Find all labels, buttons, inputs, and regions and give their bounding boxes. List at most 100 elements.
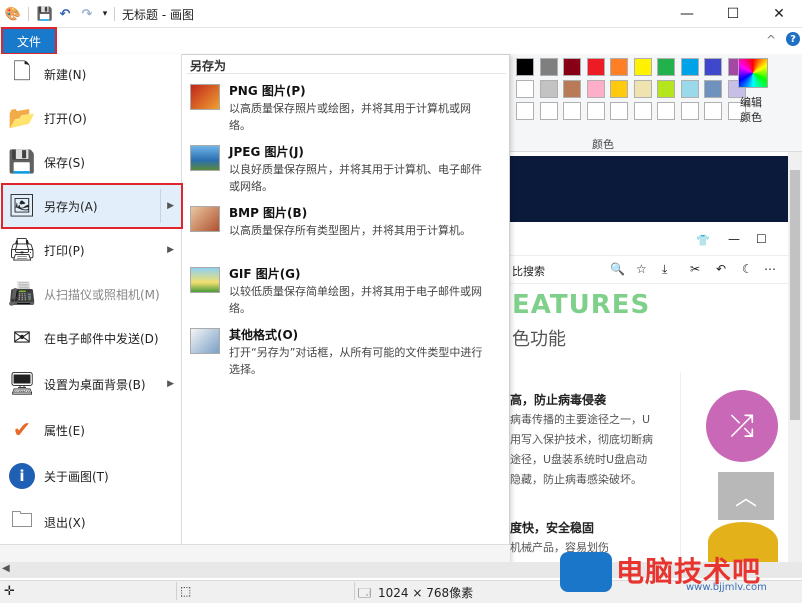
menu-item-label: 保存(S) xyxy=(44,155,85,170)
menu-item-label: 打印(P) xyxy=(44,243,85,258)
menu-item-open[interactable]: 📂 打开(O) xyxy=(2,96,182,140)
menu-item-save[interactable]: 💾 保存(S) xyxy=(2,140,182,184)
submenu-item-desc: 以较低质量保存简单绘图，并将其用于电子邮件或网络。 xyxy=(229,285,482,315)
color-swatch[interactable] xyxy=(539,80,558,98)
color-swatch[interactable] xyxy=(610,80,628,98)
edit-colors-label[interactable]: 编辑颜色 xyxy=(740,95,770,125)
save-as-jpeg[interactable]: JPEG 图片(J) 以良好质量保存照片，并将其用于计算机、电子邮件或网络。 xyxy=(190,143,500,199)
save-as-png[interactable]: PNG 图片(P) 以高质量保存照片或绘图，并将其用于计算机或网络。 xyxy=(190,82,500,138)
save-icon[interactable]: 💾 xyxy=(36,5,54,23)
color-swatch[interactable] xyxy=(586,102,605,120)
menu-item-label: 新建(N) xyxy=(44,67,87,82)
color-swatch[interactable] xyxy=(657,102,675,120)
scroll-top-icon: ︿ xyxy=(718,472,774,520)
color-swatch[interactable] xyxy=(516,102,534,120)
search-text: 比搜索 xyxy=(512,265,545,278)
cursor-position-icon: ✛ xyxy=(4,584,15,599)
menu-item-email[interactable]: ✉ 在电子邮件中发送(D) xyxy=(2,316,182,360)
color-swatch[interactable] xyxy=(563,102,581,120)
color-swatch[interactable] xyxy=(516,58,534,76)
color-swatch[interactable] xyxy=(704,58,722,76)
canvas-browser-bar: 👕 — ☐ xyxy=(510,226,788,256)
color-swatch[interactable] xyxy=(610,102,628,120)
color-swatch[interactable] xyxy=(657,58,675,76)
color-swatch[interactable] xyxy=(539,58,558,76)
close-button[interactable]: ✕ xyxy=(756,0,802,28)
desktop-background-icon: 🖥 xyxy=(8,371,36,397)
ribbon-tab-row xyxy=(0,28,802,54)
color-swatch[interactable] xyxy=(516,80,534,98)
watermark-logo xyxy=(560,552,612,592)
article-line: 病毒传播的主要途径之一，U xyxy=(510,413,651,426)
submenu-item-desc: 以良好质量保存照片，并将其用于计算机、电子邮件或网络。 xyxy=(229,163,482,193)
image-size-icon: 🗔 xyxy=(358,586,372,600)
color-swatch[interactable] xyxy=(657,80,675,98)
edit-colors-button[interactable] xyxy=(738,58,768,88)
function-heading: 色功能 xyxy=(512,329,566,350)
color-swatch[interactable] xyxy=(633,102,652,120)
dropdown-icon[interactable]: ▾ xyxy=(96,5,114,23)
color-swatch[interactable] xyxy=(539,102,558,120)
redo-icon[interactable]: ↷ xyxy=(78,5,96,23)
file-tab[interactable]: 文件 xyxy=(1,27,57,55)
color-swatch[interactable] xyxy=(680,58,699,76)
color-swatch[interactable] xyxy=(586,58,605,76)
vertical-scrollbar-thumb[interactable] xyxy=(790,170,800,420)
maximize-button[interactable]: ☐ xyxy=(710,0,756,28)
printer-icon: 🖨 xyxy=(8,237,36,263)
color-swatch[interactable] xyxy=(563,80,581,98)
save-as-other-formats[interactable]: 其他格式(O) 打开“另存为”对话框，从所有可能的文件类型中进行选择。 xyxy=(190,326,500,382)
article-title: 度快，安全稳固 xyxy=(510,521,595,535)
color-swatch[interactable] xyxy=(704,80,722,98)
checkmark-icon: ✔ xyxy=(12,417,32,443)
menu-item-properties[interactable]: ✔ 属性(E) xyxy=(2,408,182,452)
submenu-item-desc: 以高质量保存所有类型图片，并将其用于计算机。 xyxy=(229,224,471,237)
article-line: 用写入保护技术，彻底切断病 xyxy=(510,433,653,446)
bmp-image-icon xyxy=(190,206,220,232)
new-file-icon: 🗋 xyxy=(13,60,31,85)
collapse-ribbon-icon[interactable]: ^ xyxy=(766,33,776,47)
exit-icon: 🗀 xyxy=(10,508,33,533)
menu-item-print[interactable]: 🖨 打印(P) ▶ xyxy=(2,228,182,272)
file-menu-footer xyxy=(0,544,510,562)
menu-item-desktop-background[interactable]: 🖥 设置为桌面背景(B) ▶ xyxy=(2,362,182,406)
submenu-item-title: GIF 图片(G) xyxy=(229,267,301,281)
color-swatch[interactable] xyxy=(563,58,581,76)
color-swatch[interactable] xyxy=(610,58,628,76)
color-swatch[interactable] xyxy=(586,80,605,98)
jpeg-image-icon xyxy=(190,145,220,171)
scroll-left-arrow-icon[interactable]: ◀ xyxy=(2,563,10,574)
save-as-bmp[interactable]: BMP 图片(B) 以高质量保存所有类型图片，并将其用于计算机。 xyxy=(190,204,500,260)
menu-item-label: 退出(X) xyxy=(44,515,86,530)
submenu-item-desc: 打开“另存为”对话框，从所有可能的文件类型中进行选择。 xyxy=(229,346,483,376)
separator xyxy=(28,7,29,21)
paint-palette-icon[interactable]: 🎨 xyxy=(4,5,22,23)
menu-item-save-as[interactable]: 🖼 另存为(A) ▶ xyxy=(1,183,183,229)
selection-size-icon: ⬚ xyxy=(180,584,192,598)
minimize-button[interactable]: — xyxy=(664,0,710,28)
color-swatch[interactable] xyxy=(633,80,652,98)
menu-item-label: 另存为(A) xyxy=(44,199,98,214)
canvas-article: 高，防止病毒侵袭 病毒传播的主要途径之一，U 用写入保护技术，彻底切断病 途径，… xyxy=(510,390,680,558)
undo-icon[interactable]: ↶ xyxy=(56,5,74,23)
menu-item-new[interactable]: 🗋 新建(N) xyxy=(2,52,182,96)
menu-item-scanner[interactable]: 📠 从扫描仪或照相机(M) xyxy=(2,272,182,316)
menu-item-about[interactable]: i 关于画图(T) xyxy=(2,454,182,498)
color-swatch[interactable] xyxy=(680,102,699,120)
email-icon: ✉ xyxy=(12,325,32,351)
color-swatch[interactable] xyxy=(680,80,699,98)
color-swatch[interactable] xyxy=(704,102,722,120)
menu-item-exit[interactable]: 🗀 退出(X) xyxy=(2,500,182,544)
shirt-icon: 👕 xyxy=(696,234,710,247)
color-swatch[interactable] xyxy=(633,58,652,76)
menu-item-label: 打开(O) xyxy=(44,111,87,126)
info-icon: i xyxy=(6,460,38,492)
help-icon[interactable]: ? xyxy=(786,32,800,46)
save-as-gif[interactable]: GIF 图片(G) 以较低质量保存简单绘图，并将其用于电子邮件或网络。 xyxy=(190,265,500,321)
separator xyxy=(354,582,355,600)
submenu-item-title: PNG 图片(P) xyxy=(229,84,306,98)
window-title: 无标题 - 画图 xyxy=(122,8,194,22)
image-size-text: 1024 × 768像素 xyxy=(378,586,474,600)
more-icon: ⋯ xyxy=(764,262,776,276)
open-folder-icon: 📂 xyxy=(8,105,36,131)
